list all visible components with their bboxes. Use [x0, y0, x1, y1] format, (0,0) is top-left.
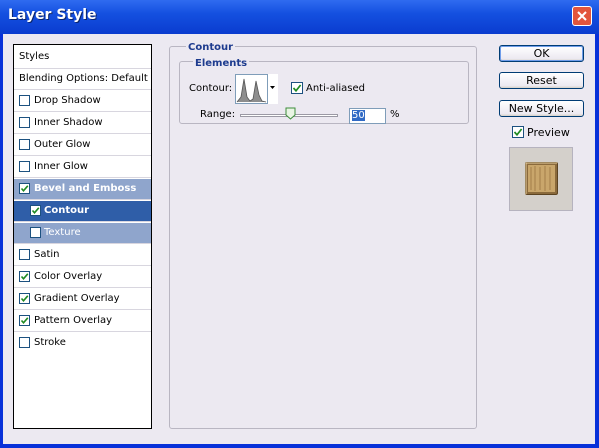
- title-bar[interactable]: Layer Style: [0, 0, 599, 34]
- check-icon: [292, 84, 302, 93]
- wood-square-preview: [525, 162, 558, 195]
- bevel-and-emboss-checkbox[interactable]: [19, 183, 30, 194]
- style-preview-thumbnail: [509, 147, 573, 211]
- style-item-color-overlay[interactable]: Color Overlay: [14, 267, 151, 288]
- style-item-label: Stroke: [34, 337, 66, 348]
- anti-aliased-checkbox[interactable]: [291, 82, 303, 94]
- styles-header[interactable]: Styles: [14, 45, 151, 69]
- check-icon: [20, 273, 29, 281]
- preview-label: Preview: [527, 126, 570, 139]
- stroke-checkbox[interactable]: [19, 337, 30, 348]
- gradient-overlay-checkbox[interactable]: [19, 293, 30, 304]
- check-icon: [20, 295, 29, 303]
- style-item-satin[interactable]: Satin: [14, 245, 151, 266]
- contour-section-title: Contour: [186, 42, 236, 53]
- close-icon: [577, 11, 587, 21]
- satin-checkbox[interactable]: [19, 249, 30, 260]
- style-item-inner-shadow[interactable]: Inner Shadow: [14, 113, 151, 134]
- range-input[interactable]: 50: [349, 108, 386, 124]
- style-item-label: Gradient Overlay: [34, 293, 120, 304]
- style-item-stroke[interactable]: Stroke: [14, 333, 151, 354]
- style-item-outer-glow[interactable]: Outer Glow: [14, 135, 151, 156]
- style-item-bevel-and-emboss[interactable]: Bevel and Emboss: [14, 179, 151, 200]
- inner-shadow-checkbox[interactable]: [19, 117, 30, 128]
- range-slider-thumb[interactable]: [285, 107, 296, 120]
- color-overlay-checkbox[interactable]: [19, 271, 30, 282]
- texture-checkbox[interactable]: [30, 227, 41, 238]
- styles-panel: Styles Blending Options: Default Drop Sh…: [13, 44, 152, 429]
- contour-picker[interactable]: [235, 74, 278, 104]
- ok-button[interactable]: OK: [499, 45, 584, 62]
- check-icon: [20, 185, 29, 193]
- reset-button[interactable]: Reset: [499, 72, 584, 89]
- inner-glow-checkbox[interactable]: [19, 161, 30, 172]
- style-item-contour[interactable]: Contour: [14, 201, 151, 222]
- style-item-drop-shadow[interactable]: Drop Shadow: [14, 91, 151, 112]
- contour-label: Contour:: [189, 83, 233, 94]
- style-item-label: Inner Shadow: [34, 117, 103, 128]
- style-item-texture[interactable]: Texture: [14, 223, 151, 244]
- style-item-label: Texture: [44, 227, 81, 238]
- style-item-inner-glow[interactable]: Inner Glow: [14, 157, 151, 178]
- style-item-pattern-overlay[interactable]: Pattern Overlay: [14, 311, 151, 332]
- new-style-button[interactable]: New Style...: [499, 100, 584, 117]
- pattern-overlay-checkbox[interactable]: [19, 315, 30, 326]
- elements-section-title: Elements: [193, 58, 250, 69]
- range-label: Range:: [200, 109, 236, 120]
- chevron-down-icon: [270, 86, 275, 89]
- drop-shadow-checkbox[interactable]: [19, 95, 30, 106]
- style-item-label: Satin: [34, 249, 60, 260]
- anti-aliased-label: Anti-aliased: [306, 83, 366, 94]
- range-value: 50: [352, 110, 365, 121]
- blending-options-item[interactable]: Blending Options: Default: [14, 69, 151, 90]
- outer-glow-checkbox[interactable]: [19, 139, 30, 150]
- style-item-label: Drop Shadow: [34, 95, 101, 106]
- style-item-label: Inner Glow: [34, 161, 88, 172]
- preview-checkbox[interactable]: [512, 126, 524, 138]
- check-icon: [20, 317, 29, 325]
- style-item-label: Pattern Overlay: [34, 315, 113, 326]
- contour-checkbox[interactable]: [30, 205, 41, 216]
- style-item-gradient-overlay[interactable]: Gradient Overlay: [14, 289, 151, 310]
- contour-dropdown-arrow[interactable]: [267, 74, 278, 104]
- style-item-label: Outer Glow: [34, 139, 91, 150]
- close-button[interactable]: [572, 6, 592, 26]
- range-unit: %: [390, 109, 400, 120]
- layer-style-window: Layer Style Styles Blending Options: Def…: [0, 0, 599, 448]
- style-item-label: Contour: [44, 205, 90, 216]
- contour-curve-icon: [236, 78, 267, 103]
- style-item-label: Color Overlay: [34, 271, 103, 282]
- style-item-label: Bevel and Emboss: [34, 183, 137, 194]
- check-icon: [31, 207, 40, 215]
- check-icon: [513, 128, 523, 137]
- dialog-client: Styles Blending Options: Default Drop Sh…: [3, 34, 595, 444]
- window-title: Layer Style: [8, 7, 97, 23]
